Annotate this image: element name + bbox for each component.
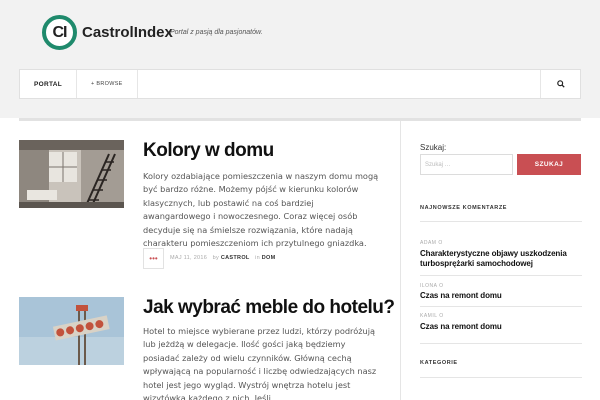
comment-author: ADAM O (420, 240, 443, 246)
main-nav: PORTAL + BROWSE (19, 69, 581, 99)
article-meta: MAJ 11, 2016 by CASTROL in DOM (170, 255, 276, 261)
comment-divider (420, 275, 582, 276)
article-thumbnail[interactable] (19, 297, 124, 365)
meta-by: by (212, 255, 220, 261)
comment-divider (420, 306, 582, 307)
article-date: MAJ 11, 2016 (170, 255, 208, 261)
site-name-part1: Castrol (82, 24, 134, 41)
content-separator (19, 118, 581, 121)
site-name: CastrolIndex (82, 24, 173, 41)
article-excerpt: Hotel to miejsce wybierane przez ludzi, … (143, 326, 377, 400)
comment-post-link[interactable]: Czas na remont domu (420, 322, 582, 332)
logo-mark: CI (42, 15, 77, 50)
comment-author: KAMIL O (420, 313, 444, 319)
nav-item-portal[interactable]: PORTAL (20, 70, 78, 98)
article-author[interactable]: CASTROL (221, 255, 250, 261)
article-card: Kolory w domu Kolory ozdabiające pomiesz… (19, 140, 381, 270)
nav-search-button[interactable] (540, 70, 580, 98)
meta-in: in (255, 255, 260, 261)
comment-post-link[interactable]: Czas na remont domu (420, 291, 582, 301)
comment-author: ILONA O (420, 283, 444, 289)
comment-post-link[interactable]: Charakterystyczne objawy uszkodzenia tur… (420, 249, 582, 269)
article-card: Jak wybrać meble do hotelu? Hotel to mie… (19, 297, 395, 400)
widget-divider (420, 377, 582, 378)
search-submit-button[interactable]: SZUKAJ (517, 154, 581, 175)
article-excerpt: Kolory ozdabiające pomieszczenia w naszy… (143, 171, 379, 249)
column-divider (400, 121, 401, 400)
site-tagline: Portal z pasją dla pasjonatów. (170, 29, 263, 36)
search-icon (556, 80, 565, 88)
article-category[interactable]: DOM (262, 255, 276, 261)
nav-item-browse[interactable]: + BROWSE (77, 70, 138, 98)
article-title[interactable]: Jak wybrać meble do hotelu? (143, 297, 395, 319)
widget-divider (420, 221, 582, 222)
search-input[interactable]: Szukaj … (420, 154, 513, 175)
article-title[interactable]: Kolory w domu (143, 140, 274, 162)
recent-comments-title: NAJNOWSZE KOMENTARZE (420, 205, 508, 211)
more-icon: ••• (149, 253, 158, 263)
site-logo[interactable]: CI CastrolIndex (42, 15, 173, 50)
search-label: Szukaj: (420, 143, 447, 152)
categories-title: KATEGORIE (420, 360, 458, 366)
share-button[interactable]: ••• (143, 248, 164, 269)
site-name-part2: Index (133, 24, 173, 41)
article-thumbnail[interactable] (19, 140, 124, 208)
widget-divider (420, 343, 582, 344)
